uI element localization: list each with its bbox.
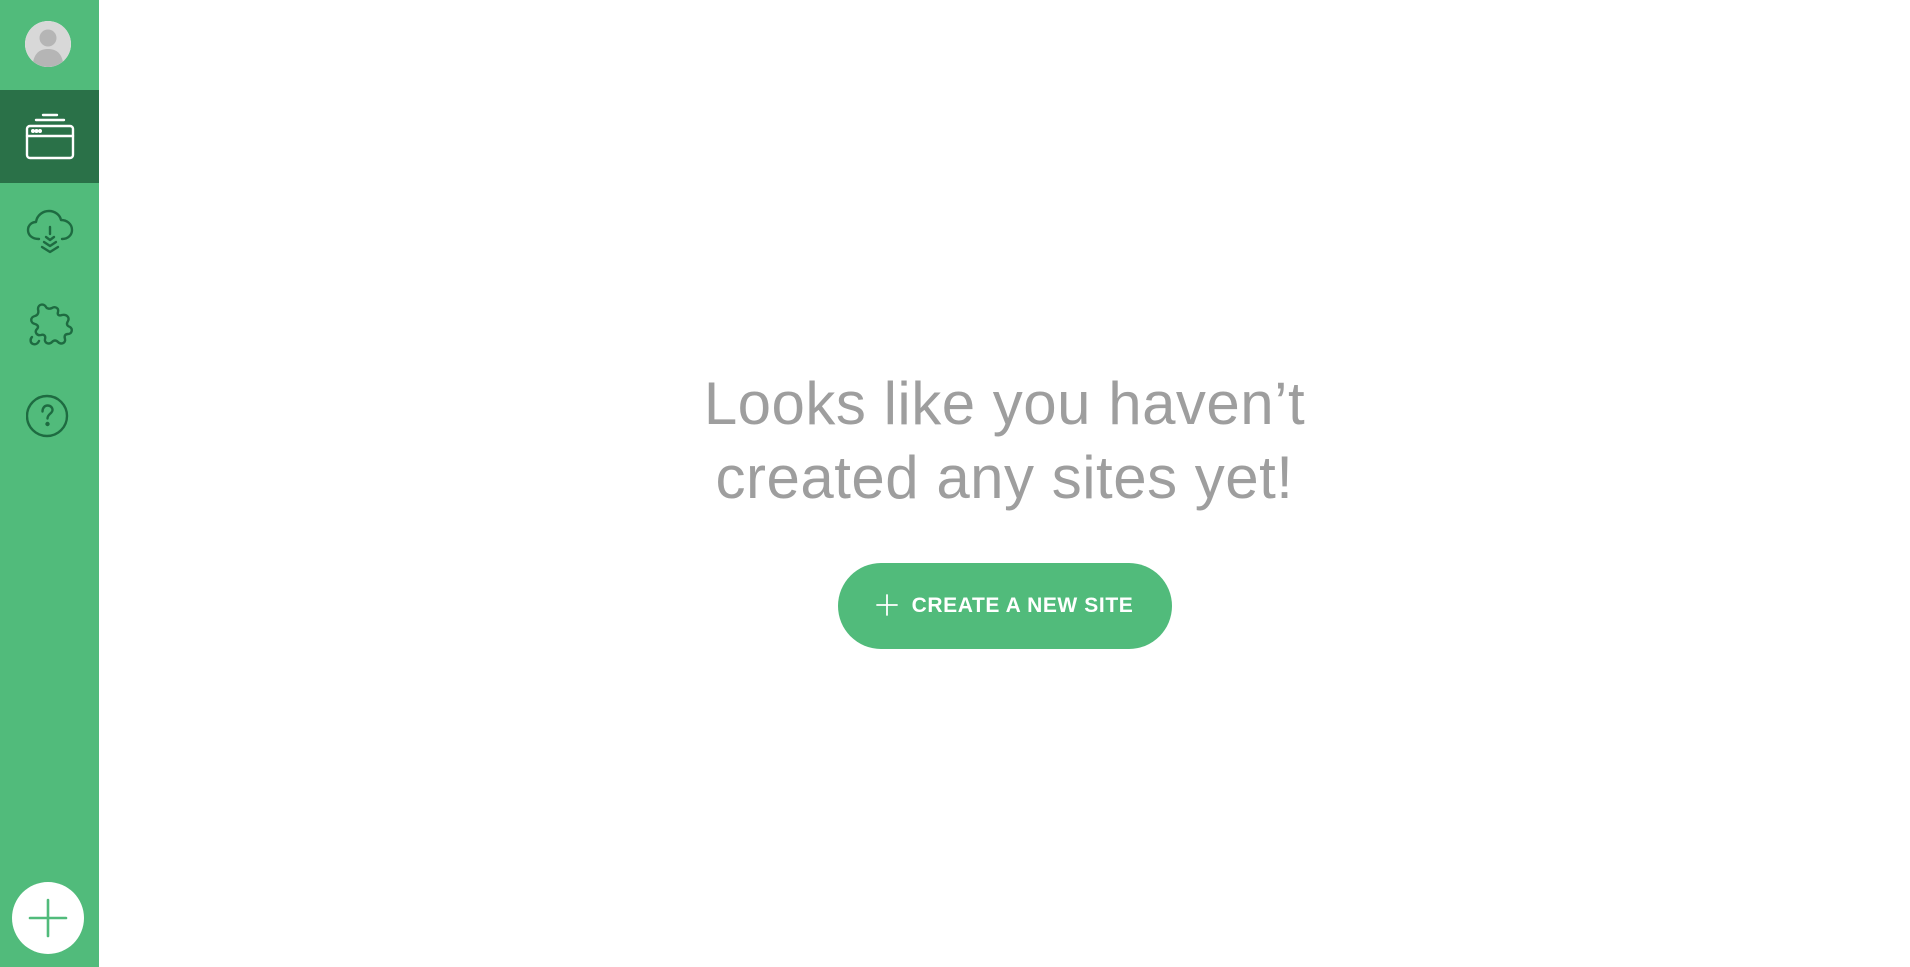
- puzzle-piece-icon: [28, 302, 73, 345]
- sidebar-item-add-ons[interactable]: [0, 276, 99, 369]
- browser-window-stack-icon: [25, 113, 74, 159]
- headline-line-1: Looks like you haven’t: [703, 370, 1306, 437]
- sidebar-item-cloud[interactable]: [0, 183, 99, 276]
- sidebar-item-sites[interactable]: [0, 90, 99, 183]
- main-content: Looks like you haven’t created any sites…: [99, 0, 1910, 967]
- plus-icon: [875, 593, 898, 619]
- sidebar-item-help[interactable]: [0, 369, 99, 462]
- headline-line-2: created any sites yet!: [715, 444, 1294, 511]
- empty-state: Looks like you haven’t created any sites…: [99, 367, 1910, 649]
- user-avatar[interactable]: [25, 21, 71, 67]
- app-window: Looks like you haven’t created any sites…: [0, 0, 1910, 967]
- create-new-site-button[interactable]: CREATE A NEW SITE: [837, 563, 1172, 649]
- cloud-download-icon: [26, 209, 73, 253]
- create-new-site-label: CREATE A NEW SITE: [911, 594, 1134, 617]
- sidebar: [0, 0, 99, 967]
- question-circle-icon: [25, 394, 68, 437]
- plus-icon: [28, 898, 68, 938]
- empty-state-headline: Looks like you haven’t created any sites…: [555, 367, 1455, 515]
- add-site-button[interactable]: [12, 882, 84, 954]
- user-avatar-icon: [25, 21, 71, 67]
